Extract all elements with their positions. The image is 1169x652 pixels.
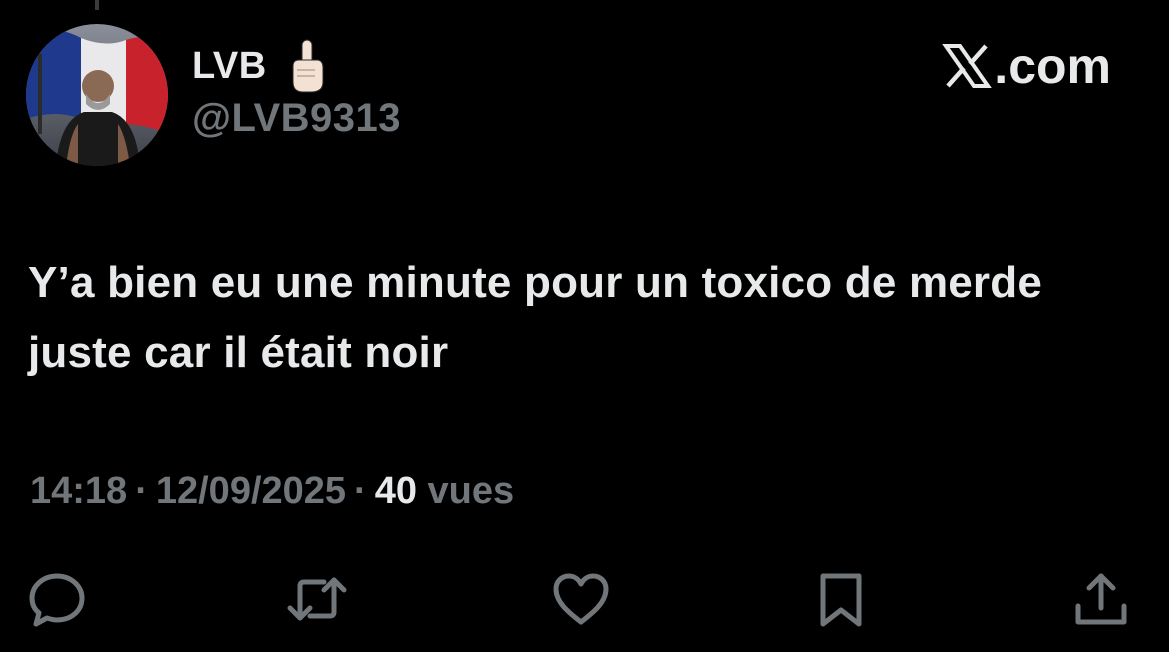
views-label: vues	[427, 470, 515, 512]
tweet-card: LVB @LVB9313 .com Y’a bien eu une minute…	[0, 0, 1169, 652]
avatar[interactable]	[26, 24, 168, 166]
author-info: LVB @LVB9313	[192, 30, 401, 141]
display-name-row: LVB	[192, 30, 401, 102]
share-icon	[1075, 573, 1127, 625]
index-pointing-up-emoji-icon	[285, 36, 329, 96]
repost-icon	[287, 577, 347, 621]
brand-watermark: .com	[942, 36, 1111, 96]
views-count: 40	[374, 470, 417, 512]
bookmark-button[interactable]	[808, 566, 874, 632]
reply-icon	[29, 573, 85, 627]
brand-text: .com	[994, 38, 1111, 94]
user-handle[interactable]: @LVB9313	[192, 96, 401, 141]
heart-icon	[553, 573, 609, 625]
like-button[interactable]	[548, 566, 614, 632]
x-logo-icon	[942, 41, 993, 91]
meta-separator: ·	[135, 470, 148, 512]
tweet-time[interactable]: 14:18	[30, 470, 127, 512]
tweet-meta: 14:18 · 12/09/2025 · 40 vues	[30, 470, 514, 513]
meta-separator: ·	[354, 470, 367, 512]
action-bar	[0, 560, 1169, 640]
avatar-image	[26, 24, 168, 166]
thread-line	[95, 0, 99, 10]
repost-button[interactable]	[284, 566, 350, 632]
display-name[interactable]: LVB	[192, 45, 267, 88]
bookmark-icon	[820, 573, 862, 627]
share-button[interactable]	[1068, 566, 1134, 632]
tweet-date[interactable]: 12/09/2025	[156, 470, 346, 512]
tweet-text: Y’a bien eu une minute pour un toxico de…	[28, 258, 1043, 377]
reply-button[interactable]	[24, 566, 90, 632]
